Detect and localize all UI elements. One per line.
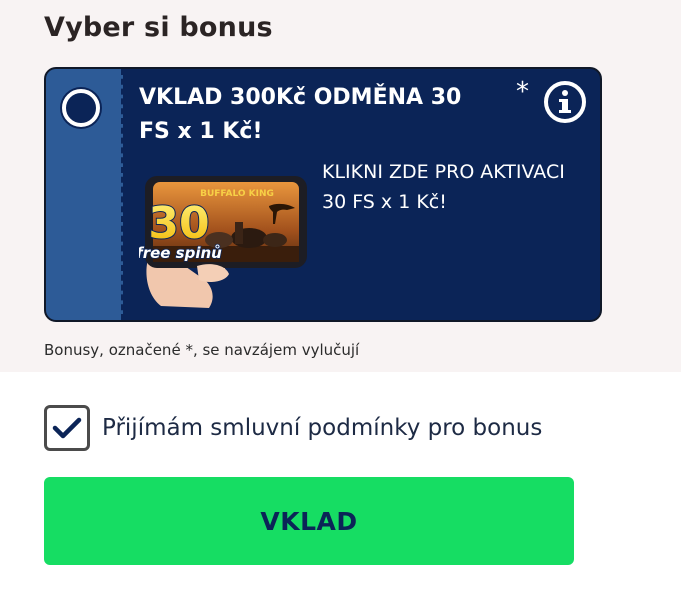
checkmark-icon: [52, 417, 82, 439]
bonus-option-card[interactable]: VKLAD 300Kč ODMĚNA 30 FS x 1 Kč! * BUFFA…: [44, 67, 602, 322]
free-spins-promo-image: BUFFALO KING 30 free spinů: [139, 176, 307, 308]
exclusive-bonus-note: Bonusy, označené *, se navzájem vylučují: [44, 341, 360, 359]
bonus-radio[interactable]: [62, 89, 100, 127]
bonus-title: VKLAD 300Kč ODMĚNA 30 FS x 1 Kč!: [139, 85, 462, 144]
terms-label[interactable]: Přijímám smluvní podmínky pro bonus: [102, 415, 542, 441]
terms-checkbox[interactable]: [44, 405, 90, 451]
deposit-button[interactable]: VKLAD: [44, 477, 574, 565]
badge-text: free spinů: [139, 244, 222, 262]
info-icon[interactable]: [543, 80, 587, 124]
game-logo-text: BUFFALO KING: [200, 189, 274, 199]
bonus-page: Vyber si bonus VKLAD 300Kč ODMĚNA 30 FS …: [0, 0, 681, 590]
bonus-selection-panel: Vyber si bonus VKLAD 300Kč ODMĚNA 30 FS …: [0, 0, 681, 372]
bonus-description: KLIKNI ZDE PRO AKTIVACI 30 FS x 1 Kč!: [322, 161, 565, 213]
section-title: Vyber si bonus: [44, 12, 273, 43]
badge-number: 30: [148, 198, 209, 249]
terms-consent[interactable]: Přijímám smluvní podmínky pro bonus: [44, 405, 542, 451]
exclusive-asterisk: *: [516, 77, 529, 107]
